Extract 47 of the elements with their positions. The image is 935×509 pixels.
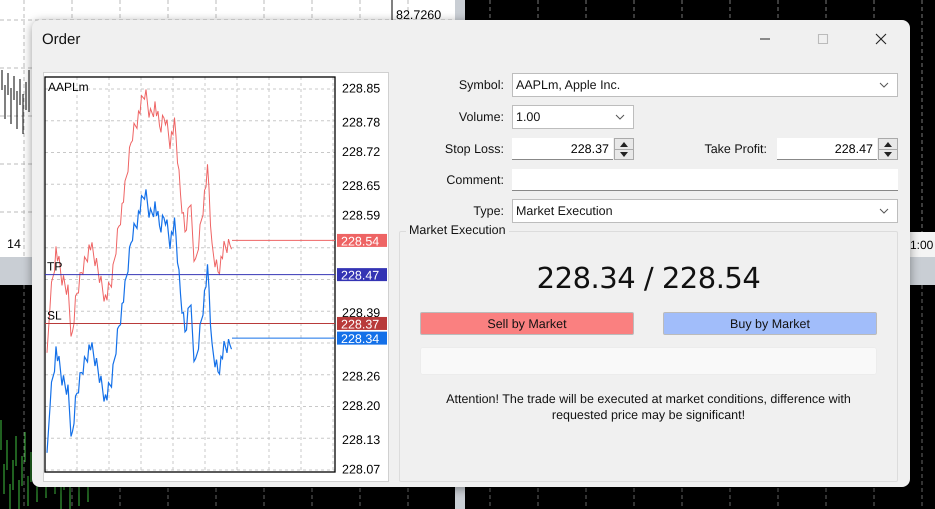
increment-button[interactable] <box>879 139 897 149</box>
axis-label: 228.85 <box>342 82 380 96</box>
symbol-label: AAPLm <box>48 80 89 94</box>
axis-label: 228.65 <box>342 179 380 194</box>
axis-label: 228.72 <box>342 145 380 159</box>
bid-ask-quote: 228.34 / 228.54 <box>536 260 762 297</box>
axis-label: 228.20 <box>342 399 380 413</box>
down-triangle-icon <box>620 152 628 157</box>
price-marker-label: 228.34 <box>341 332 380 346</box>
window-title: Order <box>42 30 82 48</box>
volume-dropdown[interactable]: 1.00 <box>512 105 634 129</box>
close-icon <box>875 33 887 45</box>
axis-label: 228.07 <box>342 462 380 476</box>
up-triangle-icon <box>620 142 628 146</box>
axis-label: 228.78 <box>342 116 380 130</box>
warning-message: Attention! The trade will be executed at market conditions, difference with requested price may be significant! <box>445 391 852 423</box>
field-label: Comment: <box>445 173 504 187</box>
axis-label: 14 <box>7 237 21 251</box>
sell-button[interactable]: Sell by Market <box>420 312 634 335</box>
axis-label: 1:00 <box>910 238 934 252</box>
chevron-down-icon <box>615 114 625 120</box>
price-marker-label: 228.54 <box>341 234 380 248</box>
down-triangle-icon <box>884 152 892 157</box>
stop-loss-field[interactable]: 228.37 <box>512 138 613 160</box>
up-triangle-icon <box>884 142 892 146</box>
order-type-dropdown[interactable]: Market Execution <box>512 199 898 223</box>
axis-label: 228.59 <box>342 208 380 222</box>
maximize-icon <box>817 33 829 45</box>
take-profit-field[interactable]: 228.47 <box>777 138 877 160</box>
chevron-down-icon <box>879 208 889 214</box>
field-label: Stop Loss: <box>444 142 504 156</box>
field-label: Take Profit: <box>703 142 768 156</box>
axis-label: 228.26 <box>342 370 380 384</box>
axis-label: 82.7260 <box>396 8 442 22</box>
decrement-button[interactable] <box>615 149 633 159</box>
price-marker-label: 228.47 <box>341 268 380 283</box>
field-label: Symbol: <box>458 78 504 92</box>
increment-button[interactable] <box>615 139 633 149</box>
chevron-down-icon <box>879 82 889 88</box>
field-label: Volume: <box>458 110 504 124</box>
decrement-button[interactable] <box>879 149 897 159</box>
axis-label: 228.13 <box>342 433 380 448</box>
group-title: Market Execution <box>406 223 509 237</box>
buy-button[interactable]: Buy by Market <box>663 312 877 335</box>
symbol-dropdown[interactable]: AAPLm, Apple Inc. <box>512 73 898 97</box>
field-label: Type: <box>472 204 504 218</box>
comment-field[interactable] <box>512 169 898 191</box>
